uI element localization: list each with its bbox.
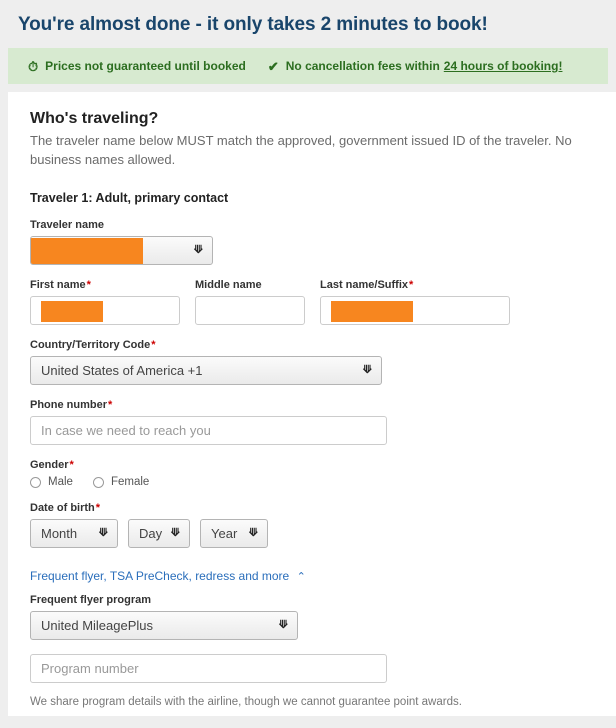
dob-month-select[interactable]: Month ⟱ [30,519,118,548]
assurance-banner: ⏱ Prices not guaranteed until booked ✔ N… [8,48,608,84]
traveler-name-field: Traveler name ⟱ [30,219,594,265]
country-code-label: Country/Territory Code* [30,339,156,351]
dob-month-value: Month [41,526,78,541]
traveler-heading: Traveler 1: Adult, primary contact [30,191,229,205]
radio-female[interactable] [92,476,104,488]
phone-label: Phone number* [30,399,113,411]
section-title: Who's traveling? [30,110,159,127]
required-marker: * [95,502,101,514]
gender-female-label: Female [110,476,150,488]
first-name-field: First name* [30,279,182,325]
traveler-name-label: Traveler name [30,219,104,231]
first-name-label: First name* [30,279,91,291]
chevron-down-icon: ⟱ [98,527,108,539]
traveler-name-select[interactable]: ⟱ [30,236,213,265]
frequent-flyer-toggle-text: Frequent flyer, TSA PreCheck, redress an… [30,569,290,583]
first-name-input[interactable] [30,296,180,325]
page-title: You're almost done - it only takes 2 min… [18,14,488,35]
first-name-redaction [41,301,103,323]
country-code-select[interactable]: United States of America +1 ⟱ [30,356,382,385]
frequent-flyer-program-select[interactable]: United MileagePlus ⟱ [30,611,298,640]
required-marker: * [86,279,91,291]
program-number-field: Program number [30,654,594,683]
country-code-field: Country/Territory Code* United States of… [30,339,594,385]
required-marker: * [69,459,74,471]
cancellation-policy-link[interactable]: 24 hours of booking! [444,59,563,73]
radio-male[interactable] [30,476,41,488]
chevron-down-icon: ⟱ [278,619,288,631]
traveler-name-redaction [31,238,143,264]
dob-year-value: Year [211,526,238,541]
cancellation-assurance: ✔ No cancellation fees within 24 hours o… [268,59,563,73]
name-fields-row: First name* Middle name Last name/Suffix… [30,279,594,325]
date-of-birth-field: Date of birth* Month ⟱ Day ⟱ Year ⟱ [30,502,594,548]
middle-name-field: Middle name [195,279,307,325]
required-marker: * [409,279,414,291]
chevron-down-icon: ⟱ [193,244,203,256]
assurance-banner-wrapper: ⏱ Prices not guaranteed until booked ✔ N… [0,48,616,84]
middle-name-label: Middle name [195,279,262,291]
program-number-input[interactable]: Program number [30,654,387,683]
gender-male-option[interactable]: Male [30,476,73,488]
dob-day-value: Day [139,526,163,541]
chevron-down-icon: ⟱ [170,527,180,539]
phone-field: Phone number* In case we need to reach y… [30,399,594,445]
gender-label: Gender* [30,459,74,471]
required-marker: * [108,399,113,411]
chevron-up-icon: ⌃ [296,571,306,583]
dob-day-select[interactable]: Day ⟱ [128,519,190,548]
date-of-birth-label: Date of birth* [30,502,101,514]
frequent-flyer-program-value: United MileagePlus [41,618,154,633]
frequent-flyer-toggle-link[interactable]: Frequent flyer, TSA PreCheck, redress an… [30,569,306,583]
price-assurance: ⏱ Prices not guaranteed until booked [28,59,246,73]
last-name-field: Last name/Suffix* [320,279,512,325]
gender-female-option[interactable]: Female [92,476,150,488]
country-code-value: United States of America +1 [41,363,203,378]
page-header: You're almost done - it only takes 2 min… [0,0,616,48]
chevron-down-icon: ⟱ [362,364,372,376]
program-note: We share program details with the airlin… [30,696,462,708]
dob-year-select[interactable]: Year ⟱ [200,519,268,548]
last-name-redaction [331,301,413,323]
phone-input[interactable]: In case we need to reach you [30,416,387,445]
check-icon: ✔ [267,58,279,74]
price-assurance-text: Prices not guaranteed until booked [45,59,246,73]
chevron-down-icon: ⟱ [248,527,258,539]
required-marker: * [151,339,156,351]
gender-field: Gender* Male Female [30,459,594,488]
section-description: The traveler name below MUST match the a… [30,133,572,167]
last-name-label: Last name/Suffix* [320,279,414,291]
middle-name-input[interactable] [195,296,305,325]
traveler-form-card: Who's traveling? The traveler name below… [8,92,616,716]
gender-male-label: Male [48,476,73,488]
frequent-flyer-program-label: Frequent flyer program [30,594,152,606]
last-name-input[interactable] [320,296,510,325]
cancellation-text: No cancellation fees within [285,59,440,73]
clock-icon: ⏱ [28,58,39,74]
